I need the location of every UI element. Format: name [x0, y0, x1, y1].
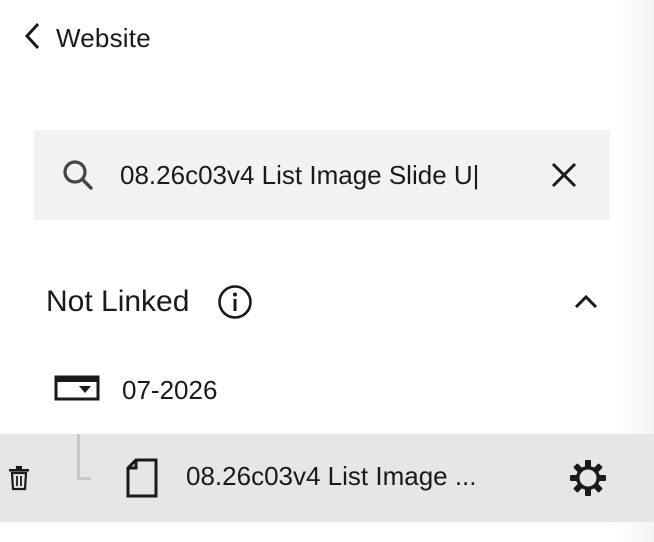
search-icon [60, 157, 96, 193]
not-linked-section-header[interactable]: Not Linked [46, 278, 606, 326]
page-label: 08.26c03v4 List Image ... [186, 461, 477, 491]
chevron-left-icon [20, 19, 46, 58]
folder-item[interactable]: 07-2026 [54, 368, 217, 412]
back-button[interactable]: Website [20, 20, 151, 56]
search-input[interactable] [120, 155, 520, 195]
search-bar [34, 130, 610, 220]
page-item[interactable]: 08.26c03v4 List Image ... [0, 434, 654, 522]
page-icon [126, 458, 158, 498]
folder-label: 07-2026 [122, 374, 218, 405]
trash-icon[interactable] [6, 464, 32, 492]
close-icon[interactable] [546, 157, 582, 193]
back-label: Website [56, 22, 151, 53]
gear-icon[interactable] [568, 458, 608, 498]
tree-connector [77, 434, 91, 480]
section-title: Not Linked [46, 285, 190, 318]
chevron-up-icon[interactable] [572, 288, 600, 316]
folder-dropdown-icon [54, 375, 100, 406]
info-icon[interactable] [217, 284, 253, 320]
